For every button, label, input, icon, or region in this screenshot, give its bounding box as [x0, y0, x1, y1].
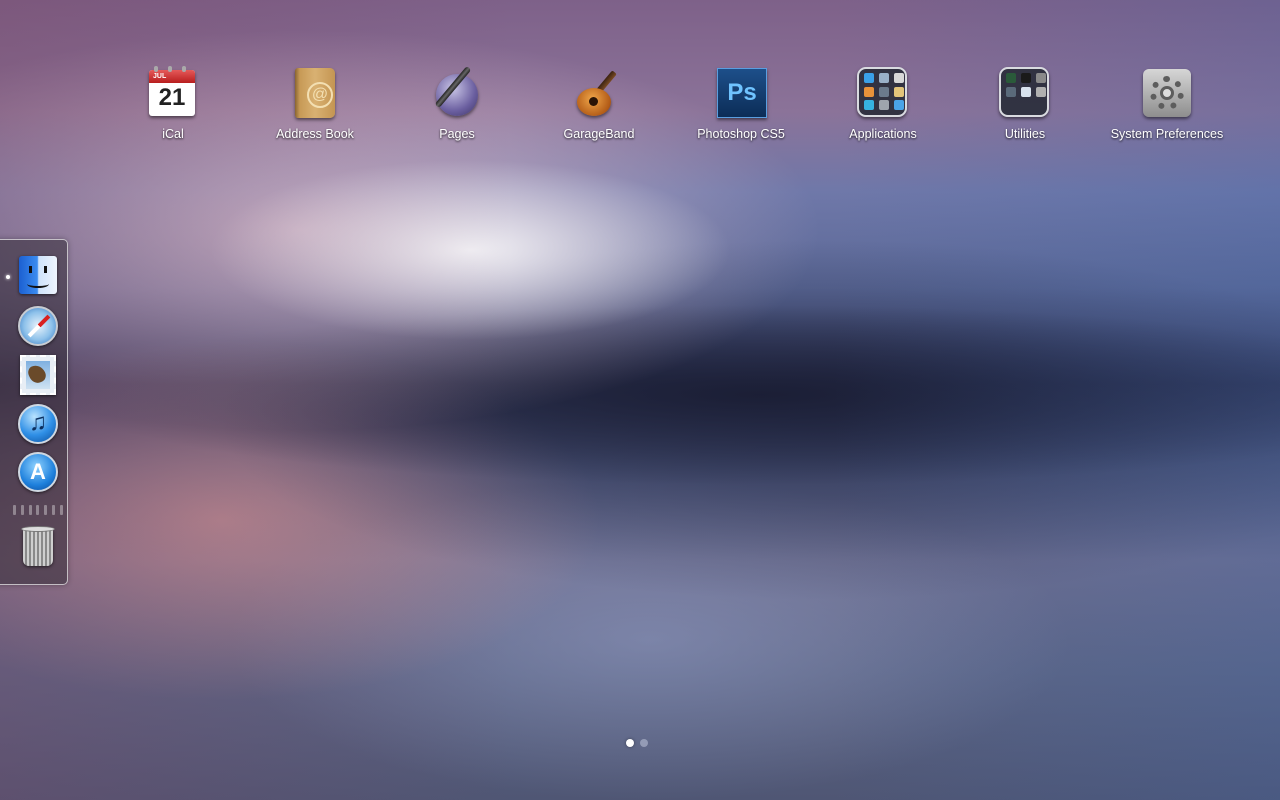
dock-item-safari[interactable] — [17, 305, 59, 347]
app-store-icon: A — [18, 452, 58, 492]
itunes-icon: ♫ — [18, 404, 58, 444]
page-dot-2[interactable] — [640, 739, 648, 747]
app-label: Pages — [439, 127, 475, 141]
dock-separator — [13, 505, 63, 515]
dock-item-itunes[interactable]: ♫ — [17, 403, 59, 445]
folder-applications[interactable]: Applications — [812, 66, 954, 146]
app-label: GarageBand — [563, 127, 635, 141]
app-address-book[interactable]: @ Address Book — [244, 66, 386, 146]
ps-glyph: Ps — [717, 68, 767, 118]
safari-icon — [18, 306, 58, 346]
ical-day: 21 — [158, 84, 186, 111]
app-pages[interactable]: Pages — [386, 65, 528, 146]
pages-icon — [430, 65, 484, 120]
app-label: Address Book — [276, 127, 354, 141]
address-book-icon: @ — [288, 66, 342, 120]
app-label: iCal — [162, 127, 184, 141]
ical-icon: JUL 21 — [146, 66, 200, 120]
app-label: Photoshop CS5 — [697, 127, 785, 141]
dock-item-finder[interactable] — [17, 254, 59, 296]
finder-icon — [19, 256, 57, 294]
page-indicator — [626, 739, 656, 749]
app-system-preferences[interactable]: System Preferences — [1096, 66, 1238, 146]
mail-icon — [20, 355, 56, 395]
app-label: Applications — [849, 127, 917, 141]
photoshop-icon: Ps — [714, 66, 768, 120]
dock-item-mail[interactable] — [17, 354, 59, 396]
garageband-icon — [572, 66, 626, 120]
page-dot-1[interactable] — [626, 739, 634, 747]
app-ical[interactable]: JUL 21 iCal — [102, 66, 244, 146]
at-glyph: @ — [307, 82, 333, 108]
app-label: System Preferences — [1110, 127, 1224, 141]
app-garageband[interactable]: GarageBand — [528, 66, 670, 146]
app-label: Utilities — [1004, 127, 1046, 141]
dock-item-app-store[interactable]: A — [17, 451, 59, 493]
running-indicator — [6, 275, 10, 279]
app-photoshop-cs5[interactable]: Ps Photoshop CS5 — [670, 66, 812, 146]
folder-icon — [998, 66, 1052, 120]
system-preferences-icon — [1140, 66, 1194, 120]
launchpad-app-grid: JUL 21 iCal @ Address Book Pages GarageB… — [102, 65, 1242, 146]
folder-utilities[interactable]: Utilities — [954, 66, 1096, 146]
folder-icon — [856, 66, 910, 120]
dock-item-trash[interactable] — [17, 524, 59, 566]
trash-icon — [21, 526, 55, 566]
